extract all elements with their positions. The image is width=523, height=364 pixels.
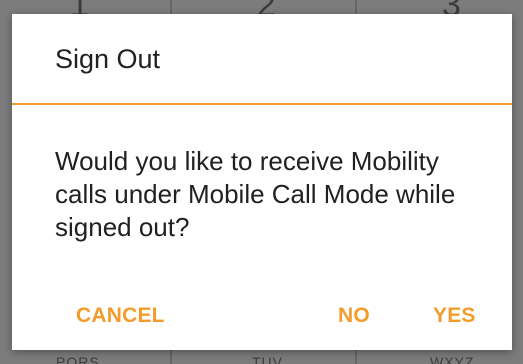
dialpad-letters-8: TUV [252, 354, 283, 364]
dialpad-letters-9: WXYZ [430, 354, 475, 364]
cancel-button[interactable]: CANCEL [76, 304, 165, 328]
dialpad-divider [355, 350, 357, 364]
dialpad-divider [170, 0, 172, 14]
dialog-message: Would you like to receive Mobility calls… [55, 146, 456, 242]
dialog-title: Sign Out [55, 44, 161, 74]
dialpad-letters-7: PQRS [56, 354, 100, 364]
yes-button[interactable]: YES [433, 304, 476, 328]
title-divider [12, 103, 512, 105]
no-button[interactable]: NO [338, 304, 370, 328]
dialog-actions: CANCEL NO YES [12, 304, 512, 340]
dialpad-divider [170, 350, 172, 364]
sign-out-dialog: Sign Out Would you like to receive Mobil… [12, 14, 512, 350]
dialpad-divider [355, 0, 357, 14]
